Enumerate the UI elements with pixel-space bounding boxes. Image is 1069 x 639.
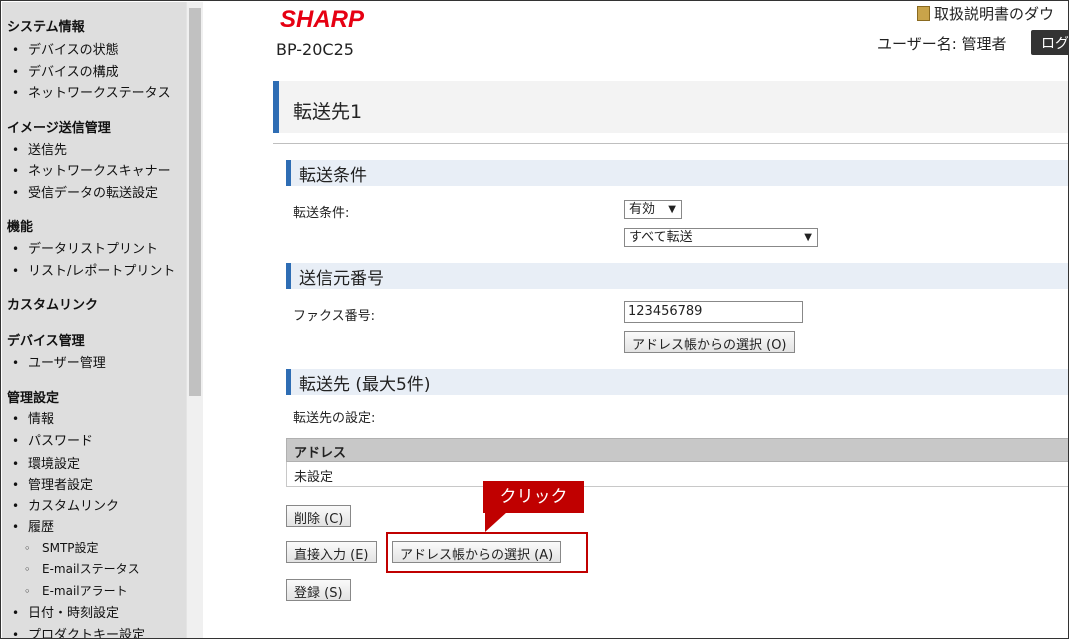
sidebar-nav: システム情報 デバイスの状態 デバイスの構成 ネットワークステータス イメージ送… (2, 2, 186, 638)
address-table-header: アドレス (286, 438, 1068, 462)
section-heading-destinations: 転送先 (最大5件) (286, 369, 1068, 395)
transfer-mode-select-value: すべて転送 (629, 230, 693, 245)
callout-tail (485, 512, 507, 532)
sidebar-item-destinations[interactable]: 送信先 (12, 139, 67, 158)
address-table-row[interactable]: 未設定 (286, 462, 1068, 487)
sidebar-item-environment[interactable]: 環境設定 (12, 453, 80, 472)
sidebar-section-custom-link[interactable]: カスタムリンク (7, 294, 98, 313)
page-title-bar (273, 81, 1068, 133)
sidebar-section-admin-settings[interactable]: 管理設定 (7, 387, 59, 406)
direct-input-button[interactable]: 直接入力 (E) (286, 541, 377, 563)
sidebar-item-custom-link[interactable]: カスタムリンク (12, 495, 119, 514)
manual-book-icon (917, 6, 930, 21)
sidebar-subitem-email-alert[interactable]: E-mailアラート (24, 582, 128, 599)
page-title: 転送先1 (293, 101, 363, 123)
sidebar-section-functions[interactable]: 機能 (7, 216, 33, 235)
delete-button[interactable]: 削除 (C) (286, 505, 352, 527)
destination-settings-label: 転送先の設定: (293, 411, 376, 426)
click-callout: クリック (483, 481, 584, 513)
sidebar-item-datetime[interactable]: 日付・時刻設定 (12, 602, 119, 621)
sidebar-scrollbar[interactable] (186, 2, 203, 638)
transfer-mode-select[interactable]: すべて転送 ▼ (624, 228, 818, 247)
enabled-select[interactable]: 有効 ▼ (624, 200, 682, 219)
fax-number-label: ファクス番号: (293, 309, 375, 324)
click-highlight-box (386, 532, 588, 573)
model-name: BP-20C25 (276, 40, 354, 59)
sidebar-item-network-scanner[interactable]: ネットワークスキャナー (12, 160, 171, 179)
sidebar-item-user-mgmt[interactable]: ユーザー管理 (12, 352, 106, 371)
sidebar-item-list-report-print[interactable]: リスト/レポートプリント (12, 260, 175, 279)
sidebar-item-history[interactable]: 履歴 (12, 516, 54, 535)
transfer-condition-label: 転送条件: (293, 206, 350, 221)
section-heading-text: 転送条件 (299, 166, 367, 186)
sender-address-book-button[interactable]: アドレス帳からの選択 (O) (624, 331, 795, 353)
sidebar-item-receive-forward[interactable]: 受信データの転送設定 (12, 182, 158, 201)
section-heading-text: 転送先 (最大5件) (299, 375, 431, 395)
address-cell-value: 未設定 (294, 470, 334, 485)
sidebar-item-data-list-print[interactable]: データリストプリント (12, 238, 158, 257)
sharp-logo: SHARP (280, 6, 365, 33)
dropdown-arrow-icon: ▼ (668, 204, 676, 215)
sidebar-item-network-status[interactable]: ネットワークステータス (12, 82, 171, 101)
register-button[interactable]: 登録 (S) (286, 579, 351, 601)
section-heading-transfer-condition: 転送条件 (286, 160, 1068, 186)
address-column-header: アドレス (294, 446, 347, 461)
logout-button[interactable]: ログ (1031, 30, 1068, 55)
divider (273, 143, 1068, 144)
enabled-select-value: 有効 (629, 202, 656, 217)
sidebar-section-device-mgmt[interactable]: デバイス管理 (7, 330, 85, 349)
sidebar-item-product-key[interactable]: プロダクトキー設定 (12, 624, 145, 638)
sidebar-item-admin-config[interactable]: 管理者設定 (12, 474, 93, 493)
sidebar-section-image-send[interactable]: イメージ送信管理 (7, 117, 111, 136)
sidebar-item-info[interactable]: 情報 (12, 408, 54, 427)
section-heading-text: 送信元番号 (299, 269, 384, 289)
sidebar-section-system-info[interactable]: システム情報 (7, 16, 85, 35)
sidebar-item-device-config[interactable]: デバイスの構成 (12, 61, 119, 80)
scrollbar-thumb[interactable] (189, 8, 201, 396)
sidebar-item-device-status[interactable]: デバイスの状態 (12, 39, 119, 58)
sidebar-subitem-smtp[interactable]: SMTP設定 (24, 539, 99, 556)
fax-number-input[interactable]: 123456789 (624, 301, 803, 323)
section-heading-sender-number: 送信元番号 (286, 263, 1068, 289)
sidebar-item-password[interactable]: パスワード (12, 430, 93, 449)
sidebar-subitem-email-status[interactable]: E-mailステータス (24, 560, 140, 577)
manual-link-label: 取扱説明書のダウ (934, 5, 1055, 23)
manual-download-link[interactable]: 取扱説明書のダウ (917, 3, 1054, 24)
dropdown-arrow-icon: ▼ (804, 232, 812, 243)
page-frame: システム情報 デバイスの状態 デバイスの構成 ネットワークステータス イメージ送… (0, 0, 1069, 639)
username-label: ユーザー名: 管理者 (877, 35, 1007, 53)
